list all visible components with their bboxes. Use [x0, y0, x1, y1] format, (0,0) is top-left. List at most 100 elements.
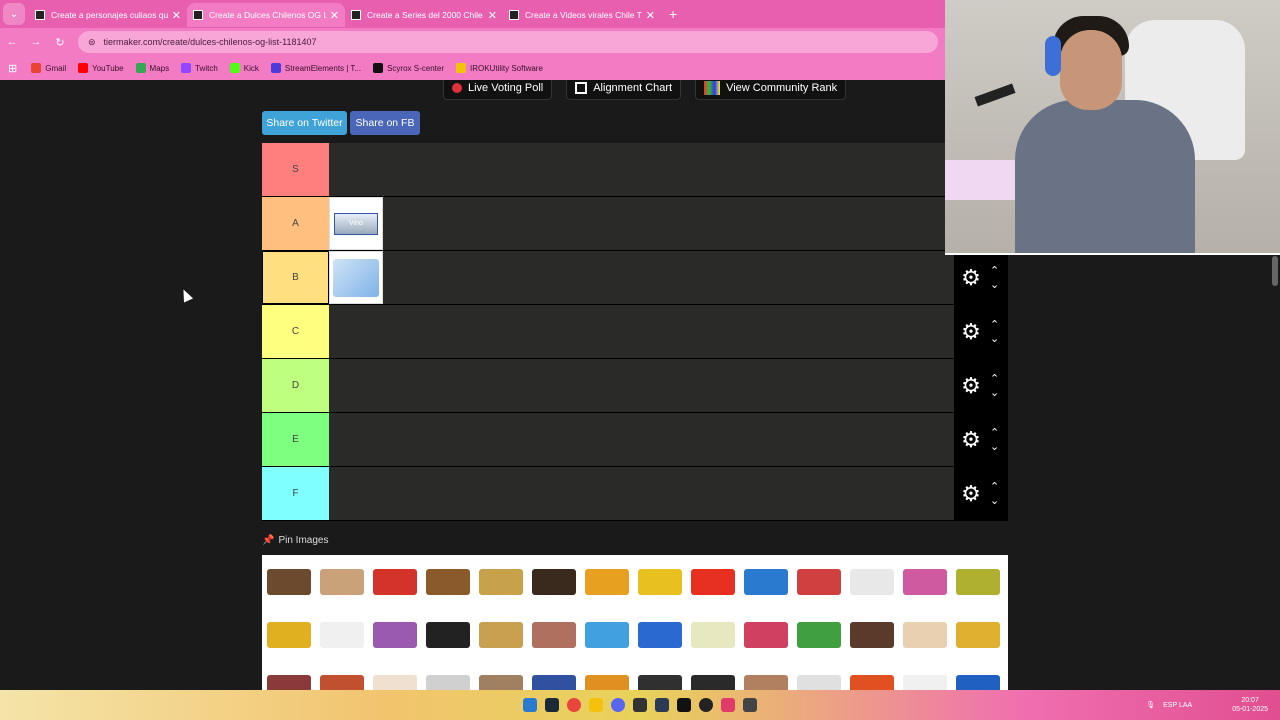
new-tab-button[interactable]: + — [669, 6, 677, 22]
candy-image[interactable] — [951, 555, 1004, 608]
candy-image[interactable] — [262, 555, 315, 608]
close-tab-icon[interactable]: ✕ — [172, 9, 181, 22]
site-info-icon[interactable]: ⊜ — [88, 37, 96, 48]
tier-label[interactable]: D — [262, 359, 329, 412]
bookmark-item[interactable]: Maps — [135, 63, 169, 73]
clock[interactable]: 20:07 05-01-2025 — [1232, 696, 1268, 714]
gear-icon[interactable]: ⚙ — [958, 265, 984, 291]
candy-image[interactable] — [739, 661, 792, 690]
gear-icon[interactable]: ⚙ — [958, 373, 984, 399]
language-indicator[interactable]: ESP LAA — [1163, 701, 1192, 710]
candy-image[interactable] — [527, 661, 580, 690]
forward-icon[interactable]: → — [24, 36, 48, 48]
bookmark-item[interactable]: IROKUtility Software — [456, 63, 543, 73]
candy-image[interactable] — [792, 661, 845, 690]
bookmark-item[interactable]: StreamElements | T... — [270, 63, 361, 73]
candy-image[interactable] — [580, 661, 633, 690]
browser-tab[interactable]: Create a Videos virales Chile Tie ✕ — [503, 3, 661, 27]
candy-image[interactable] — [474, 661, 527, 690]
app-icon[interactable] — [655, 698, 669, 712]
url-field[interactable]: ⊜ tiermaker.com/create/dulces-chilenos-o… — [78, 31, 938, 53]
candy-image[interactable] — [474, 608, 527, 661]
move-down-icon[interactable]: ⌄ — [990, 278, 999, 292]
tier-label[interactable]: S — [262, 143, 329, 196]
move-up-icon[interactable]: ⌃ — [990, 264, 999, 278]
candy-image[interactable] — [421, 555, 474, 608]
candy-image[interactable] — [315, 608, 368, 661]
candy-image[interactable] — [845, 555, 898, 608]
move-down-icon[interactable]: ⌄ — [990, 386, 999, 400]
move-down-icon[interactable]: ⌄ — [990, 440, 999, 454]
tier-item-image[interactable] — [329, 251, 383, 304]
view-community-rank-button[interactable]: View Community Rank — [695, 80, 847, 100]
candy-image[interactable] — [315, 661, 368, 690]
candy-image[interactable] — [633, 555, 686, 608]
app-icon[interactable] — [677, 698, 691, 712]
epic-games-icon[interactable] — [633, 698, 647, 712]
candy-image[interactable] — [368, 555, 421, 608]
candy-image[interactable] — [845, 608, 898, 661]
move-up-icon[interactable]: ⌃ — [990, 480, 999, 494]
bookmark-item[interactable]: YouTube — [78, 63, 124, 73]
candy-image[interactable] — [739, 608, 792, 661]
candy-image[interactable] — [580, 555, 633, 608]
microphone-icon[interactable]: 🎙 — [1146, 701, 1155, 709]
app-icon[interactable] — [743, 698, 757, 712]
back-icon[interactable]: ← — [0, 36, 24, 48]
candy-image[interactable] — [527, 608, 580, 661]
tier-drop-zone[interactable] — [329, 251, 1008, 304]
close-tab-icon[interactable]: ✕ — [488, 9, 497, 22]
steam-icon[interactable] — [545, 698, 559, 712]
close-tab-icon[interactable]: ✕ — [330, 9, 339, 22]
tab-search-chevron-icon[interactable]: ⌄ — [3, 3, 25, 25]
chrome-icon[interactable] — [567, 698, 581, 712]
gear-icon[interactable]: ⚙ — [958, 481, 984, 507]
page-scrollbar[interactable] — [1272, 256, 1278, 286]
browser-tab[interactable]: Create a personajes culiaos que ✕ — [29, 3, 187, 27]
bookmark-item[interactable]: Kick — [229, 63, 259, 73]
tier-drop-zone[interactable] — [329, 413, 1008, 466]
candy-image[interactable] — [474, 555, 527, 608]
browser-tab-active[interactable]: Create a Dulces Chilenos OG Li ✕ — [187, 3, 345, 27]
candy-image[interactable] — [898, 608, 951, 661]
candy-image[interactable] — [686, 608, 739, 661]
candy-image[interactable] — [845, 661, 898, 690]
move-up-icon[interactable]: ⌃ — [990, 426, 999, 440]
move-down-icon[interactable]: ⌄ — [990, 494, 999, 508]
candy-image[interactable] — [686, 555, 739, 608]
candy-image[interactable] — [527, 555, 580, 608]
reload-icon[interactable]: ↻ — [48, 36, 72, 49]
pin-images-toggle[interactable]: 📌 Pin Images — [262, 535, 328, 546]
tier-label[interactable]: B — [262, 251, 329, 304]
gear-icon[interactable]: ⚙ — [958, 319, 984, 345]
apps-grid-icon[interactable]: ⊞ — [8, 62, 17, 75]
tier-drop-zone[interactable] — [329, 143, 1008, 196]
candy-image[interactable] — [633, 661, 686, 690]
close-tab-icon[interactable]: ✕ — [646, 9, 655, 22]
candy-image[interactable] — [739, 555, 792, 608]
discord-icon[interactable] — [611, 698, 625, 712]
tier-drop-zone[interactable] — [329, 467, 1008, 520]
share-fb-button[interactable]: Share on FB — [350, 111, 420, 135]
tier-drop-zone[interactable] — [329, 359, 1008, 412]
move-down-icon[interactable]: ⌄ — [990, 332, 999, 346]
browser-tab[interactable]: Create a Series del 2000 Chile T ✕ — [345, 3, 503, 27]
candy-image[interactable] — [951, 661, 1004, 690]
tier-item-image[interactable]: Vino — [329, 197, 383, 250]
candy-image[interactable] — [633, 608, 686, 661]
candy-image[interactable] — [262, 661, 315, 690]
tier-drop-zone[interactable]: Vino — [329, 197, 1008, 250]
tier-label[interactable]: F — [262, 467, 329, 520]
candy-image[interactable] — [686, 661, 739, 690]
bookmark-item[interactable]: Twitch — [181, 63, 218, 73]
obs-icon[interactable] — [699, 698, 713, 712]
tier-label[interactable]: E — [262, 413, 329, 466]
share-twitter-button[interactable]: Share on Twitter — [262, 111, 347, 135]
candy-image[interactable] — [262, 608, 315, 661]
candy-image[interactable] — [421, 608, 474, 661]
tier-label[interactable]: C — [262, 305, 329, 358]
live-voting-poll-button[interactable]: Live Voting Poll — [443, 80, 553, 100]
candy-image[interactable] — [898, 661, 951, 690]
candy-image[interactable] — [792, 555, 845, 608]
tier-label[interactable]: A — [262, 197, 329, 250]
